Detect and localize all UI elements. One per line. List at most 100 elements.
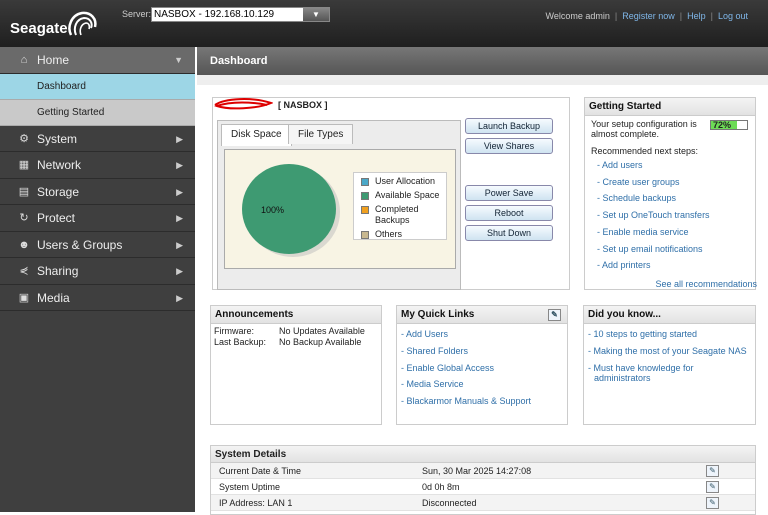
sidebar-item-label: Users & Groups — [37, 237, 123, 252]
launch-backup-button[interactable]: Launch Backup — [465, 118, 553, 134]
system-details-table: Current Date & Time Sun, 30 Mar 2025 14:2… — [211, 463, 755, 511]
edit-icon[interactable]: ✎ — [706, 497, 719, 509]
sidebar-item-protect[interactable]: ↻ Protect ▶ — [0, 205, 195, 232]
media-icon: ▣ — [18, 291, 30, 304]
users-icon: ☻ — [18, 238, 30, 251]
legend-item: Others — [358, 229, 442, 240]
reboot-button[interactable]: Reboot — [465, 205, 553, 221]
pie-percent-label: 100% — [261, 205, 284, 215]
email-notifications-link[interactable]: - Set up email notifications — [591, 241, 749, 258]
row-label: System Uptime — [219, 482, 281, 492]
table-row: Current Date & Time Sun, 30 Mar 2025 14:2… — [211, 463, 755, 479]
storage-icon: ▤ — [18, 185, 30, 198]
tip-link[interactable]: - 10 steps to getting started — [588, 326, 751, 343]
link-text: Enable Global Access — [406, 362, 495, 373]
quick-link[interactable]: - Blackarmor Manuals & Support — [397, 393, 567, 410]
server-label: Server: — [122, 9, 152, 19]
row-value: Disconnected — [422, 498, 477, 508]
main-content: Dashboard [ NASBOX ] Disk Space File Typ… — [197, 47, 768, 515]
edit-icon[interactable]: ✎ — [706, 465, 719, 477]
chevron-right-icon: ▶ — [176, 292, 183, 303]
nas-title: [ NASBOX ] — [278, 100, 328, 110]
panel-title: My Quick Links ✎ — [397, 306, 567, 324]
tip-link[interactable]: - Must have knowledge for administrators — [588, 363, 751, 383]
chevron-right-icon: ▶ — [176, 239, 183, 250]
sidebar-item-system[interactable]: ⚙ System ▶ — [0, 126, 195, 152]
schedule-backups-link[interactable]: - Schedule backups — [591, 190, 749, 207]
sidebar-item-label: Media — [37, 290, 70, 305]
tab-file-types[interactable]: File Types — [288, 124, 354, 144]
legend-swatch — [361, 178, 369, 186]
sidebar-item-media[interactable]: ▣ Media ▶ — [0, 285, 195, 311]
chevron-down-icon[interactable]: ▼ — [303, 8, 329, 21]
row-label: IP Address: LAN 1 — [219, 498, 293, 508]
legend-item: Available Space — [358, 190, 442, 201]
quick-links-body: - Add Users - Shared Folders - Enable Gl… — [397, 324, 567, 410]
legend-label: User Allocation — [375, 176, 436, 186]
chevron-right-icon: ▶ — [176, 133, 183, 144]
chart-legend: User Allocation Available Space Complete… — [353, 172, 447, 240]
legend-label: Available Space — [375, 190, 440, 200]
add-users-link[interactable]: - Add users — [591, 157, 749, 174]
view-shares-button[interactable]: View Shares — [465, 138, 553, 154]
quick-link[interactable]: - Enable Global Access — [397, 360, 567, 377]
link-text: 10 steps to getting started — [593, 329, 698, 339]
quick-link[interactable]: - Media Service — [397, 376, 567, 393]
nas-panel: [ NASBOX ] Disk Space File Types 100% Us… — [212, 97, 570, 290]
help-link[interactable]: Help — [687, 11, 706, 21]
log-out-link[interactable]: Log out — [718, 11, 748, 21]
home-icon: ⌂ — [20, 54, 28, 66]
link-text: Shared Folders — [406, 345, 469, 356]
disk-tabs: Disk Space File Types 100% User Allocati… — [217, 120, 461, 290]
getting-started-body: Your setup configuration is almost compl… — [585, 116, 757, 289]
legend-label: Completed Backups — [375, 204, 419, 225]
progress-text: 72% — [713, 120, 732, 130]
sidebar-item-sharing[interactable]: ⋞ Sharing ▶ — [0, 258, 195, 285]
edit-icon[interactable]: ✎ — [706, 481, 719, 493]
legend-swatch — [361, 231, 369, 239]
shut-down-button[interactable]: Shut Down — [465, 225, 553, 241]
quick-link[interactable]: - Shared Folders — [397, 343, 567, 360]
register-now-link[interactable]: Register now — [622, 11, 675, 21]
link-text: Enable media service — [602, 226, 689, 237]
announcements-panel: Announcements Firmware: No Updates Availa… — [210, 305, 382, 425]
chevron-right-icon: ▶ — [176, 160, 183, 170]
tab-disk-space[interactable]: Disk Space — [221, 124, 292, 146]
legend-item: User Allocation — [358, 176, 442, 187]
sidebar-subitem-dashboard[interactable]: Dashboard — [0, 73, 195, 100]
sidebar-item-home[interactable]: ⌂ Home ▼ — [0, 47, 195, 74]
header-stripe — [197, 75, 768, 85]
welcome-text: Welcome admin — [545, 11, 610, 21]
add-printers-link[interactable]: - Add printers — [591, 257, 749, 274]
sidebar-item-network[interactable]: ▦ Network ▶ — [0, 152, 195, 179]
announcement-key: Last Backup: — [214, 337, 267, 347]
sidebar-item-label: Home — [37, 53, 70, 67]
server-select[interactable]: NASBOX - 192.168.10.129 ▼ — [151, 7, 330, 22]
edit-icon[interactable]: ✎ — [548, 309, 561, 321]
quick-link[interactable]: - Add Users — [397, 326, 567, 343]
row-value: 0d 0h 8m — [422, 482, 460, 492]
table-row: IP Address: LAN 1 Disconnected ✎ — [211, 495, 755, 511]
disk-chart: 100% User Allocation Available Space Com… — [224, 149, 456, 269]
sharing-icon: ⋞ — [19, 265, 29, 277]
link-text: Making the most of your Seagate NAS — [593, 345, 747, 356]
sidebar-subitem-getting-started[interactable]: Getting Started — [0, 99, 195, 126]
pie-chart: 100% — [242, 164, 340, 257]
page-title: Dashboard — [197, 47, 768, 75]
sidebar-item-users-groups[interactable]: ☻ Users & Groups ▶ — [0, 232, 195, 258]
sidebar-item-label: Sharing — [37, 264, 79, 278]
power-save-button[interactable]: Power Save — [465, 185, 553, 201]
link-text: Add users — [602, 160, 643, 170]
tip-link[interactable]: - Making the most of your Seagate NAS — [588, 343, 751, 360]
sidebar-item-storage[interactable]: ▤ Storage ▶ — [0, 179, 195, 205]
create-user-groups-link[interactable]: - Create user groups — [591, 174, 749, 191]
quick-links-panel: My Quick Links ✎ - Add Users - Shared Fo… — [396, 305, 568, 425]
did-you-know-panel: Did you know... - 10 steps to getting st… — [583, 305, 756, 425]
legend-swatch — [361, 206, 369, 214]
link-text: Must have knowledge for administrators — [593, 362, 694, 383]
pie-slice-available-space — [242, 164, 336, 254]
see-all-recommendations-link[interactable]: See all recommendations — [655, 279, 757, 289]
panel-title-text: My Quick Links — [401, 309, 475, 320]
onetouch-link[interactable]: - Set up OneTouch transfers — [591, 207, 749, 224]
media-service-link[interactable]: - Enable media service — [591, 224, 749, 241]
